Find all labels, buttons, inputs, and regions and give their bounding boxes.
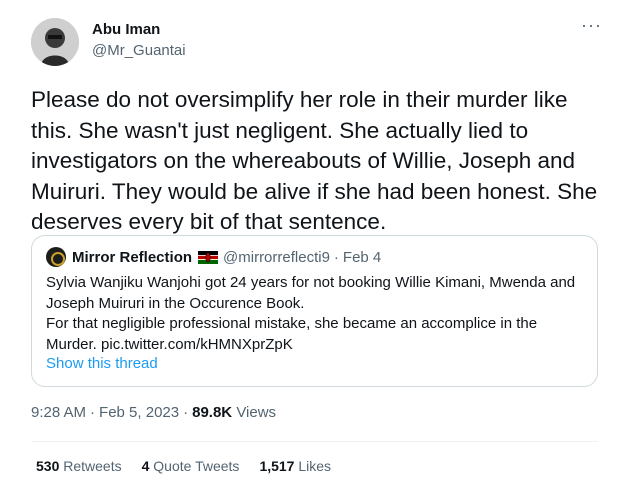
divider [31, 441, 598, 442]
quoted-author-handle[interactable]: @mirrorreflecti9 [223, 249, 330, 266]
engagement-stats: 530 Retweets 4 Quote Tweets 1,517 Likes [36, 458, 351, 474]
meta-separator: · [183, 404, 189, 421]
retweets-label: Retweets [63, 458, 122, 474]
author-handle[interactable]: @Mr_Guantai [92, 42, 186, 59]
quoted-author-name[interactable]: Mirror Reflection [72, 249, 192, 266]
quoted-tweet-header: Mirror Reflection @mirrorreflecti9 · Feb… [46, 247, 381, 267]
views-label: Views [236, 404, 277, 421]
quote-tweets-stat[interactable]: 4 Quote Tweets [142, 458, 240, 474]
quote-tweets-label: Quote Tweets [153, 458, 240, 474]
quoted-tweet[interactable]: Mirror Reflection @mirrorreflecti9 · Feb… [31, 235, 598, 387]
author-display-name[interactable]: Abu Iman [92, 21, 160, 38]
quote-tweets-count: 4 [141, 458, 150, 474]
author-avatar[interactable] [31, 18, 79, 66]
likes-label: Likes [298, 458, 332, 474]
tweet-card: Abu Iman @Mr_Guantai ··· Please do not o… [0, 0, 618, 495]
tweet-text: Please do not oversimplify her role in t… [31, 87, 598, 234]
quoted-text-line-1: Sylvia Wanjiku Wanjohi got 24 years for … [46, 274, 576, 312]
quoted-separator: · [333, 248, 339, 266]
likes-count: 1,517 [259, 458, 295, 474]
quoted-author-avatar[interactable] [46, 247, 66, 267]
views-count: 89.8K [192, 404, 233, 421]
likes-stat[interactable]: 1,517 Likes [259, 458, 331, 474]
more-options-icon[interactable]: ··· [581, 16, 603, 36]
tweet-meta: 9:28 AM · Feb 5, 2023 · 89.8K Views [31, 404, 276, 421]
tweet-date[interactable]: Feb 5, 2023 [99, 404, 179, 421]
kenya-flag-icon [198, 250, 219, 264]
meta-separator: · [90, 404, 96, 421]
quoted-tweet-text: Sylvia Wanjiku Wanjohi got 24 years for … [46, 273, 591, 355]
quoted-date[interactable]: Feb 4 [343, 249, 381, 266]
quoted-text-line-2: For that negligible professional mistake… [46, 315, 538, 353]
show-thread-link[interactable]: Show this thread [46, 355, 158, 372]
retweets-count: 530 [36, 458, 60, 474]
retweets-stat[interactable]: 530 Retweets [36, 458, 122, 474]
tweet-time[interactable]: 9:28 AM [31, 404, 86, 421]
